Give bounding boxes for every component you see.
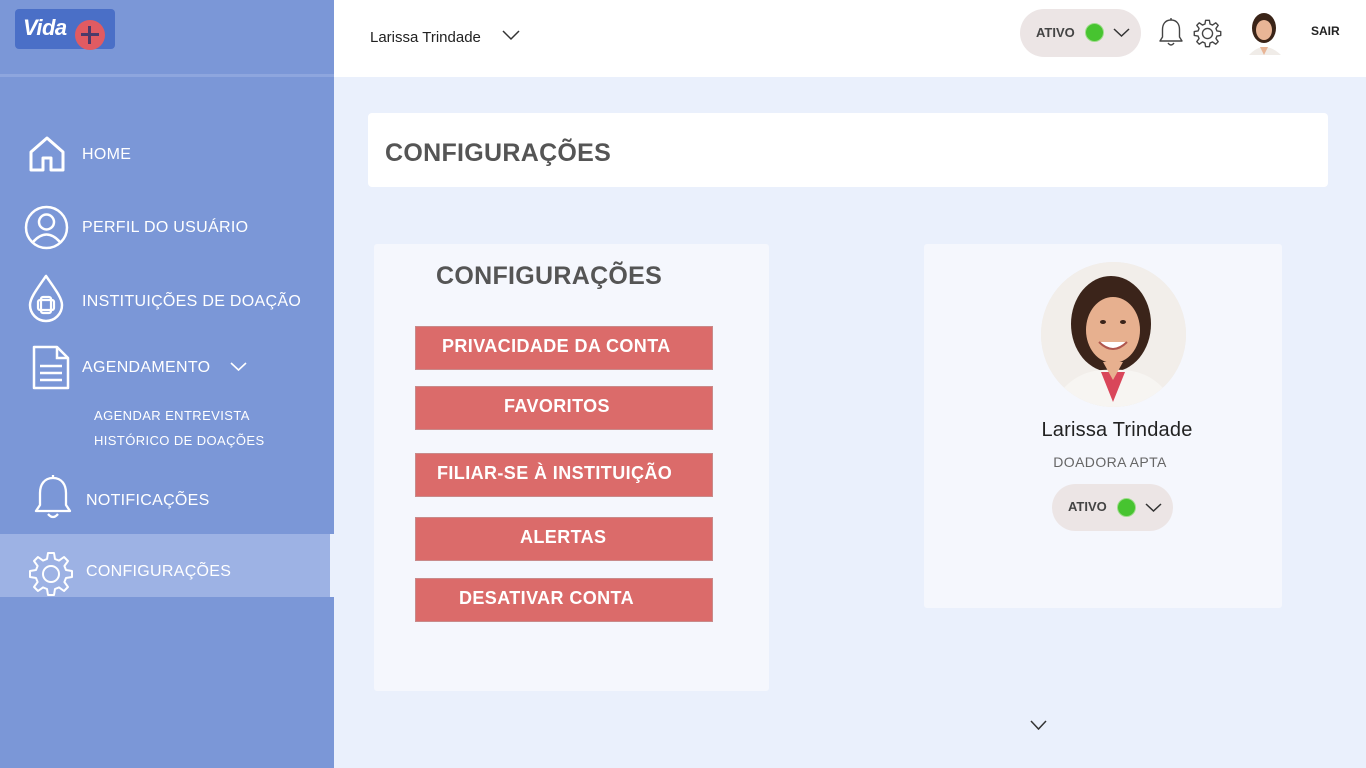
logo-plus-icon: [75, 20, 105, 50]
sidebar-item-label: PERFIL DO USUÁRIO: [82, 219, 249, 236]
profile-status-dropdown[interactable]: ATIVO: [1052, 484, 1173, 531]
app-logo[interactable]: Vida: [15, 9, 115, 50]
button-label: FAVORITOS: [504, 396, 610, 416]
settings-title: CONFIGURAÇÕES: [436, 262, 663, 290]
scroll-down-chevron-icon[interactable]: [1030, 720, 1047, 731]
profile-role: DOADORA APTA: [1053, 454, 1167, 470]
button-label: DESATIVAR CONTA: [459, 588, 634, 608]
logo-text: Vida: [23, 15, 67, 40]
chevron-down-icon[interactable]: [230, 362, 247, 372]
sidebar-item-scheduling[interactable]: AGENDAMENTO: [0, 338, 334, 402]
gear-icon: [29, 552, 73, 596]
status-indicator: [1117, 498, 1136, 517]
sidebar-item-label: INSTITUIÇÕES DE DOAÇÃO: [82, 293, 302, 310]
sidebar-item-label: AGENDAMENTO: [82, 359, 211, 376]
chevron-down-icon: [1113, 28, 1130, 38]
privacy-button[interactable]: PRIVACIDADE DA CONTA: [415, 326, 713, 370]
sidebar-subitem-history[interactable]: HISTÓRICO DE DOAÇÕES: [94, 433, 265, 448]
sidebar-item-institutions[interactable]: INSTITUIÇÕES DE DOAÇÃO: [0, 270, 334, 334]
chevron-down-icon: [1145, 503, 1162, 513]
status-dropdown[interactable]: ATIVO: [1020, 9, 1141, 57]
button-label: ALERTAS: [520, 527, 607, 547]
sidebar-item-label: NOTIFICAÇÕES: [86, 492, 210, 509]
status-indicator: [1085, 23, 1104, 42]
deactivate-account-button[interactable]: DESATIVAR CONTA: [415, 578, 713, 622]
profile-card: Larissa Trindade DOADORA APTA ATIVO: [924, 244, 1282, 608]
top-bar: Larissa Trindade ATIVO SAIR: [334, 0, 1366, 77]
alerts-button[interactable]: ALERTAS: [415, 517, 713, 561]
favorites-button[interactable]: FAVORITOS: [415, 386, 713, 430]
logout-link[interactable]: SAIR: [1311, 24, 1340, 38]
bell-icon[interactable]: [1158, 17, 1184, 47]
sidebar-item-settings[interactable]: CONFIGURAÇÕES: [0, 534, 360, 597]
profile-name: Larissa Trindade: [1041, 419, 1193, 441]
page-header: CONFIGURAÇÕES: [368, 113, 1328, 187]
chevron-down-icon: [502, 30, 520, 41]
sidebar-subitem-interview[interactable]: AGENDAR ENTREVISTA: [94, 408, 250, 423]
profile-photo: [1041, 262, 1186, 407]
top-user-name: Larissa Trindade: [370, 29, 481, 46]
user-icon: [24, 205, 69, 250]
sidebar-item-label: HOME: [82, 146, 132, 163]
join-institution-button[interactable]: FILIAR-SE À INSTITUIÇÃO: [415, 453, 713, 497]
button-label: FILIAR-SE À INSTITUIÇÃO: [437, 463, 673, 483]
status-label: ATIVO: [1068, 499, 1107, 514]
avatar[interactable]: [1245, 9, 1285, 55]
blood-drop-icon: [28, 274, 64, 323]
sidebar: Vida HOME PERFIL DO USUÁRIO INSTITUIÇÕES…: [0, 0, 360, 768]
sidebar-item-home[interactable]: HOME: [0, 122, 334, 186]
sidebar-item-label: CONFIGURAÇÕES: [86, 563, 232, 580]
settings-panel: CONFIGURAÇÕES PRIVACIDADE DA CONTA FAVOR…: [374, 244, 769, 691]
sidebar-item-profile[interactable]: PERFIL DO USUÁRIO: [0, 195, 334, 259]
button-label: PRIVACIDADE DA CONTA: [442, 336, 671, 356]
gear-icon[interactable]: [1193, 19, 1222, 48]
logo-area: Vida: [0, 0, 334, 77]
home-icon: [29, 136, 65, 172]
sidebar-item-notifications[interactable]: NOTIFICAÇÕES: [0, 470, 334, 534]
bell-icon: [34, 475, 72, 519]
status-label: ATIVO: [1036, 25, 1075, 40]
document-icon: [32, 345, 70, 390]
page-title: CONFIGURAÇÕES: [385, 139, 612, 167]
